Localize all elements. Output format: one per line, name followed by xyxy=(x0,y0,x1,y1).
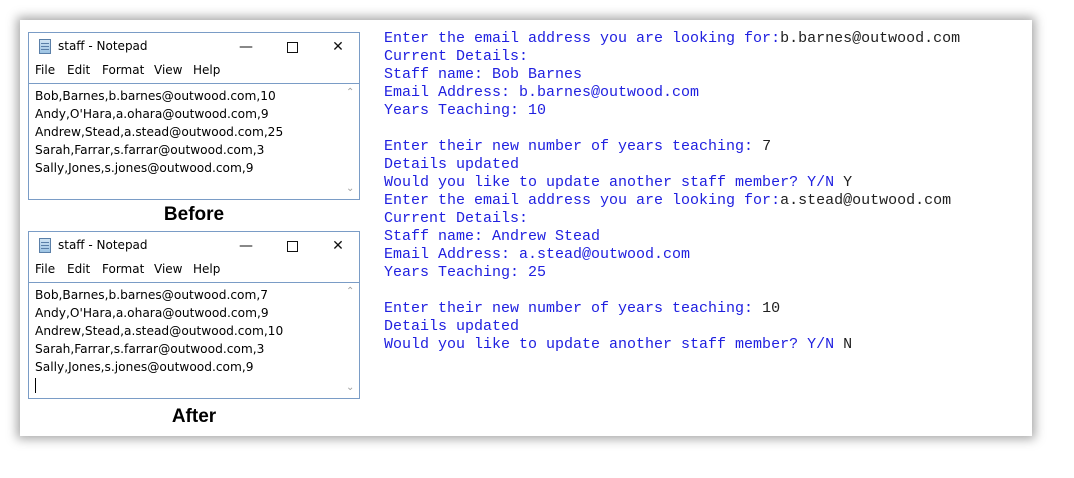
console-line: Details updated xyxy=(384,156,1024,174)
console-line: Years Teaching: 25 xyxy=(384,264,1024,282)
minimize-button[interactable]: — xyxy=(223,34,269,60)
console-prompt: Would you like to update another staff m… xyxy=(384,336,844,353)
minimize-button[interactable]: — xyxy=(223,233,269,259)
console-line: Current Details: xyxy=(384,210,1024,228)
menu-bar: File Edit Format View Help xyxy=(29,259,359,281)
file-line: Andy,O'Hara,a.ohara@outwood.com,9 xyxy=(35,107,269,121)
notepad-icon xyxy=(39,238,51,253)
scroll-up-icon[interactable]: ⌃ xyxy=(346,88,354,98)
menu-view[interactable]: View xyxy=(154,262,182,276)
menu-edit[interactable]: Edit xyxy=(67,262,90,276)
menu-view[interactable]: View xyxy=(154,63,182,77)
text-editor-area[interactable]: Bob,Barnes,b.barnes@outwood.com,7 Andy,O… xyxy=(29,282,359,398)
title-bar[interactable]: staff - Notepad — ✕ xyxy=(29,33,359,60)
notepad-window-after: staff - Notepad — ✕ File Edit Format Vie… xyxy=(28,231,360,399)
console-prompt: Would you like to update another staff m… xyxy=(384,174,844,191)
console-line: Staff name: Andrew Stead xyxy=(384,228,1024,246)
notepad-window-before: staff - Notepad — ✕ File Edit Format Vie… xyxy=(28,32,360,200)
console-prompt: Staff name: Bob Barnes xyxy=(384,66,583,83)
window-title: staff - Notepad xyxy=(58,238,148,252)
console-prompt: Staff name: Andrew Stead xyxy=(384,228,601,245)
console-prompt: Enter their new number of years teaching… xyxy=(384,300,763,317)
console-input: Y xyxy=(843,174,853,191)
text-caret-line xyxy=(35,376,283,394)
notepad-icon xyxy=(39,39,51,54)
console-prompt: Years Teaching: 10 xyxy=(384,102,547,119)
menu-bar: File Edit Format View Help xyxy=(29,60,359,82)
file-line: Andrew,Stead,a.stead@outwood.com,25 xyxy=(35,125,284,139)
menu-format[interactable]: Format xyxy=(102,262,144,276)
title-bar[interactable]: staff - Notepad — ✕ xyxy=(29,232,359,259)
file-line: Sarah,Farrar,s.farrar@outwood.com,3 xyxy=(35,342,265,356)
maximize-button[interactable] xyxy=(269,233,315,259)
maximize-icon xyxy=(286,240,298,252)
console-input: b.barnes@outwood.com xyxy=(780,30,961,47)
scroll-down-icon[interactable]: ⌄ xyxy=(346,383,354,393)
menu-help[interactable]: Help xyxy=(193,262,220,276)
console-prompt: Email Address: a.stead@outwood.com xyxy=(384,246,691,263)
console-prompt: Enter the email address you are looking … xyxy=(384,30,781,47)
after-caption: After xyxy=(171,406,217,427)
menu-format[interactable]: Format xyxy=(102,63,144,77)
console-line: Years Teaching: 10 xyxy=(384,102,1024,120)
maximize-button[interactable] xyxy=(269,34,315,60)
vertical-scrollbar[interactable]: ⌃ ⌄ xyxy=(342,283,359,397)
file-line: Andrew,Stead,a.stead@outwood.com,10 xyxy=(35,324,284,338)
console-prompt: Enter their new number of years teaching… xyxy=(384,138,763,155)
console-input: a.stead@outwood.com xyxy=(780,192,952,209)
file-line: Bob,Barnes,b.barnes@outwood.com,7 xyxy=(35,288,268,302)
scroll-up-icon[interactable]: ⌃ xyxy=(346,287,354,297)
console-prompt: Current Details: xyxy=(384,48,529,65)
console-line: Enter their new number of years teaching… xyxy=(384,300,1024,318)
console-input: 10 xyxy=(762,300,781,317)
close-button[interactable]: ✕ xyxy=(315,34,361,60)
console-prompt: Details updated xyxy=(384,318,520,335)
console-output: Enter the email address you are looking … xyxy=(384,30,1024,354)
menu-help[interactable]: Help xyxy=(193,63,220,77)
close-button[interactable]: ✕ xyxy=(315,233,361,259)
file-line: Andy,O'Hara,a.ohara@outwood.com,9 xyxy=(35,306,269,320)
console-line: Would you like to update another staff m… xyxy=(384,336,1024,354)
file-line: Bob,Barnes,b.barnes@outwood.com,10 xyxy=(35,89,276,103)
menu-file[interactable]: File xyxy=(35,63,55,77)
screenshot-panel: staff - Notepad — ✕ File Edit Format Vie… xyxy=(20,20,1032,436)
file-line: Sally,Jones,s.jones@outwood.com,9 xyxy=(35,161,254,175)
console-prompt: Current Details: xyxy=(384,210,529,227)
console-line: Staff name: Bob Barnes xyxy=(384,66,1024,84)
console-prompt: Details updated xyxy=(384,156,520,173)
window-title: staff - Notepad xyxy=(58,39,148,53)
console-input: N xyxy=(843,336,853,353)
console-line: Enter their new number of years teaching… xyxy=(384,138,1024,156)
text-editor-area[interactable]: Bob,Barnes,b.barnes@outwood.com,10 Andy,… xyxy=(29,83,359,199)
menu-file[interactable]: File xyxy=(35,262,55,276)
console-line: Email Address: a.stead@outwood.com xyxy=(384,246,1024,264)
file-line: Sarah,Farrar,s.farrar@outwood.com,3 xyxy=(35,143,265,157)
before-caption: Before xyxy=(163,204,225,225)
console-input: 7 xyxy=(762,138,772,155)
console-prompt: Years Teaching: 25 xyxy=(384,264,547,281)
scroll-down-icon[interactable]: ⌄ xyxy=(346,184,354,194)
console-line: Enter the email address you are looking … xyxy=(384,30,1024,48)
console-prompt: Email Address: b.barnes@outwood.com xyxy=(384,84,700,101)
console-line: Enter the email address you are looking … xyxy=(384,192,1024,210)
vertical-scrollbar[interactable]: ⌃ ⌄ xyxy=(342,84,359,198)
console-line: Would you like to update another staff m… xyxy=(384,174,1024,192)
maximize-icon xyxy=(286,41,298,53)
console-line: Details updated xyxy=(384,318,1024,336)
text-caret xyxy=(35,378,36,393)
file-line: Sally,Jones,s.jones@outwood.com,9 xyxy=(35,360,254,374)
menu-edit[interactable]: Edit xyxy=(67,63,90,77)
console-line: Email Address: b.barnes@outwood.com xyxy=(384,84,1024,102)
console-prompt: Enter the email address you are looking … xyxy=(384,192,781,209)
console-line: Current Details: xyxy=(384,48,1024,66)
